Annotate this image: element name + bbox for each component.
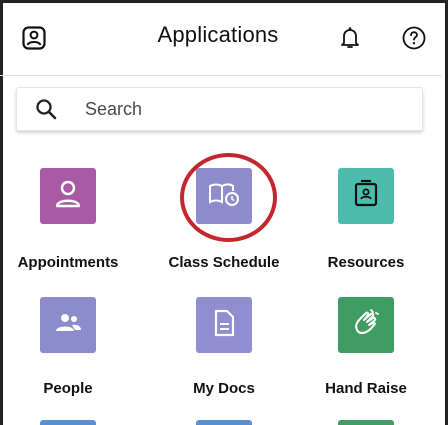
- class-schedule-label[interactable]: Class Schedule: [160, 254, 288, 271]
- document-icon: [211, 308, 237, 343]
- class-schedule-tile[interactable]: [196, 168, 252, 224]
- appointments-tile[interactable]: [40, 168, 96, 224]
- search-input[interactable]: Search: [85, 99, 142, 120]
- search-icon: [35, 98, 57, 120]
- book-clock-icon: [207, 180, 241, 213]
- hand-raise-label[interactable]: Hand Raise: [302, 380, 430, 397]
- appointments-label[interactable]: Appointments: [4, 254, 132, 271]
- people-icon: [53, 310, 83, 341]
- resources-tile[interactable]: [338, 168, 394, 224]
- page-title: Applications: [157, 22, 279, 47]
- hand-raise-tile[interactable]: [338, 297, 394, 353]
- next-row-tile[interactable]: [338, 420, 394, 425]
- people-tile[interactable]: [40, 297, 96, 353]
- help-icon[interactable]: [400, 24, 428, 52]
- people-label[interactable]: People: [4, 380, 132, 397]
- my-docs-label[interactable]: My Docs: [160, 380, 288, 397]
- search-bar[interactable]: Search: [16, 87, 423, 131]
- contact-card-icon: [352, 179, 380, 214]
- next-row-tile[interactable]: [196, 420, 252, 425]
- resources-label[interactable]: Resources: [302, 254, 430, 271]
- my-docs-tile[interactable]: [196, 297, 252, 353]
- hand-icon: [351, 308, 381, 343]
- app-header: Applications: [0, 0, 442, 76]
- person-icon: [54, 179, 82, 214]
- next-row-tile[interactable]: [40, 420, 96, 425]
- bell-icon[interactable]: [336, 24, 364, 52]
